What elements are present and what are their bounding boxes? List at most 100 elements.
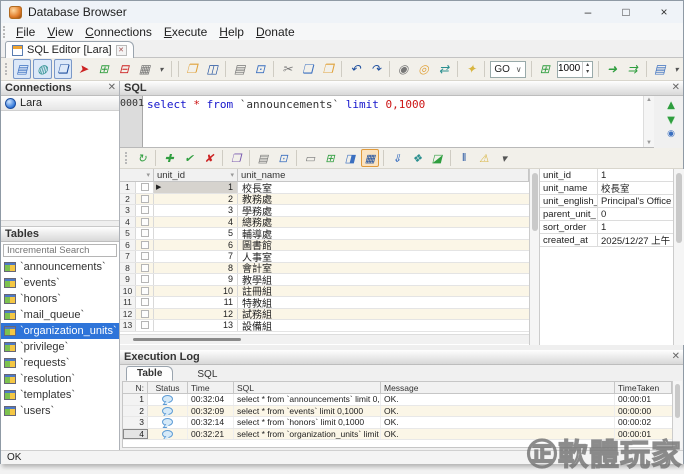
minimize-button[interactable]: –	[569, 1, 607, 23]
field-value[interactable]: Principal's Office	[598, 196, 673, 207]
add-row-button[interactable]: ✚	[160, 149, 178, 167]
menu-execute[interactable]: Execute	[158, 24, 213, 40]
menu-donate[interactable]: Donate	[250, 24, 301, 40]
close-window-button[interactable]: ⊟	[115, 59, 133, 79]
cell-unit-name[interactable]: 總務處	[238, 217, 529, 228]
log-row[interactable]: 100:32:04select * from `announcements` l…	[123, 394, 672, 406]
sidebar-item-honors[interactable]: `honors`	[1, 291, 119, 307]
form-view-button[interactable]: ▦	[135, 59, 153, 79]
row-checkbox[interactable]	[136, 286, 154, 297]
toolbar-overflow-button[interactable]: ▾	[156, 59, 167, 79]
sidebar-item-organization-units[interactable]: `organization_units`	[1, 323, 119, 339]
incremental-search-input[interactable]	[3, 244, 117, 257]
field-value[interactable]: 2025/12/27 上午 12:4	[598, 233, 673, 247]
previous-statement-button[interactable]: ▲	[665, 98, 678, 112]
execute-button[interactable]: ➜	[603, 59, 621, 79]
scroll-down-icon[interactable]: ▼	[646, 140, 652, 146]
cell-unit-name[interactable]: 註冊組	[238, 286, 529, 297]
log-col-message[interactable]: Message	[381, 382, 615, 393]
cell-unit-id[interactable]: 10	[154, 286, 238, 297]
save-button[interactable]: ◫	[203, 59, 221, 79]
view-pill-button[interactable]: ▭	[301, 149, 319, 167]
quick-execute-button[interactable]: ➤	[74, 59, 92, 79]
table-row[interactable]: 44總務處	[120, 217, 529, 229]
cell-unit-id[interactable]: 12	[154, 309, 238, 320]
log-tab-table[interactable]: Table	[126, 366, 173, 381]
column-header-unit-id[interactable]: unit_id▾	[154, 169, 238, 181]
sidebar-splitter[interactable]	[1, 220, 119, 227]
table-row[interactable]: 99教學組	[120, 274, 529, 286]
record-row[interactable]: unit_english_Principal's Office	[540, 195, 673, 208]
menu-view[interactable]: View	[41, 24, 79, 40]
sidebar-item-announcements[interactable]: `announcements`	[1, 259, 119, 275]
refresh-results-button[interactable]: ↻	[133, 149, 151, 167]
warnings-button[interactable]: ⚠	[475, 149, 493, 167]
sidebar-item-privilege[interactable]: `privilege`	[1, 339, 119, 355]
record-vertical-scrollbar[interactable]	[673, 169, 684, 345]
sql-code-line[interactable]: select * from `announcements` limit 0,10…	[143, 96, 654, 147]
toggle-sql-editor-button[interactable]: ▤	[13, 59, 31, 79]
log-tab-sql[interactable]: SQL	[187, 368, 227, 381]
connections-close-icon[interactable]: ✕	[108, 82, 116, 93]
row-checkbox[interactable]	[136, 320, 154, 331]
cell-unit-name[interactable]: 設備組	[238, 320, 529, 331]
sidebar-item-templates[interactable]: `templates`	[1, 387, 119, 403]
menu-file[interactable]: File	[10, 24, 41, 40]
row-checkbox[interactable]	[136, 194, 154, 205]
toolbar-overflow-button[interactable]: ▾	[671, 59, 682, 79]
row-limit-input[interactable]: 1000▴▾	[557, 61, 593, 78]
copy-rows-button[interactable]: ❐	[227, 149, 245, 167]
record-row[interactable]: created_at2025/12/27 上午 12:4	[540, 234, 673, 247]
preview-results-button[interactable]: ⊡	[274, 149, 292, 167]
cell-unit-name[interactable]: 學務處	[238, 205, 529, 216]
cell-unit-id[interactable]: 4	[154, 217, 238, 228]
cell-unit-name[interactable]: 試務組	[238, 309, 529, 320]
redo-button[interactable]: ↷	[367, 59, 385, 79]
menu-help[interactable]: Help	[213, 24, 250, 40]
editor-scrollbar[interactable]: ▲▼	[643, 96, 654, 147]
row-checkbox[interactable]	[136, 228, 154, 239]
refresh-button[interactable]: ⇄	[435, 59, 453, 79]
row-checkbox[interactable]	[136, 205, 154, 216]
cell-unit-id[interactable]: 5	[154, 228, 238, 239]
view-form-button[interactable]: ⊞	[321, 149, 339, 167]
cell-unit-name[interactable]: 人事室	[238, 251, 529, 262]
cell-unit-name[interactable]: 教務處	[238, 194, 529, 205]
log-col-n[interactable]: N:	[123, 382, 148, 393]
scrollbar-thumb[interactable]	[675, 384, 680, 418]
cell-unit-name[interactable]: 教學組	[238, 274, 529, 285]
column-header-unit-name[interactable]: unit_name	[238, 169, 529, 181]
table-row[interactable]: 55輔導處	[120, 228, 529, 240]
cell-unit-id[interactable]: ▶1	[154, 182, 238, 193]
toolbar-overflow-button[interactable]: ▾	[495, 149, 513, 167]
table-row[interactable]: 66圖書館	[120, 240, 529, 252]
cell-unit-name[interactable]: 會計室	[238, 263, 529, 274]
connection-item-lara[interactable]: Lara	[1, 96, 119, 111]
field-value[interactable]: 1	[598, 170, 673, 181]
cell-unit-name[interactable]: 特教組	[238, 297, 529, 308]
table-row[interactable]: 1▶1校長室	[120, 182, 529, 194]
print-results-button[interactable]: ▤	[254, 149, 272, 167]
cell-unit-id[interactable]: 3	[154, 205, 238, 216]
goto-statement-button[interactable]: ◉	[667, 128, 675, 138]
new-editor-button[interactable]: ▤	[651, 59, 669, 79]
cell-unit-id[interactable]: 2	[154, 194, 238, 205]
sidebar-item-mail-queue[interactable]: `mail_queue`	[1, 307, 119, 323]
tab-close-icon[interactable]: ✕	[116, 45, 127, 56]
sql-editor[interactable]: 0001 select * from `announcements` limit…	[120, 96, 654, 148]
log-col-sql[interactable]: SQL	[234, 382, 381, 393]
next-statement-button[interactable]: ▼	[665, 113, 678, 127]
sql-panel-close-icon[interactable]: ✕	[672, 82, 680, 93]
sidebar-item-requests[interactable]: `requests`	[1, 355, 119, 371]
maximize-button[interactable]: □	[607, 1, 645, 23]
table-row[interactable]: 1111特教組	[120, 297, 529, 309]
limit-window-button[interactable]: ⊞	[536, 59, 554, 79]
log-row[interactable]: 300:32:14select * from `honors` limit 0,…	[123, 417, 672, 429]
row-checkbox[interactable]	[136, 251, 154, 262]
cell-unit-id[interactable]: 7	[154, 251, 238, 262]
new-window-button[interactable]: ⊞	[94, 59, 112, 79]
table-row[interactable]: 1212試務組	[120, 309, 529, 321]
cell-unit-name[interactable]: 圖書館	[238, 240, 529, 251]
paste-button[interactable]: ❒	[319, 59, 337, 79]
cell-unit-id[interactable]: 13	[154, 320, 238, 331]
